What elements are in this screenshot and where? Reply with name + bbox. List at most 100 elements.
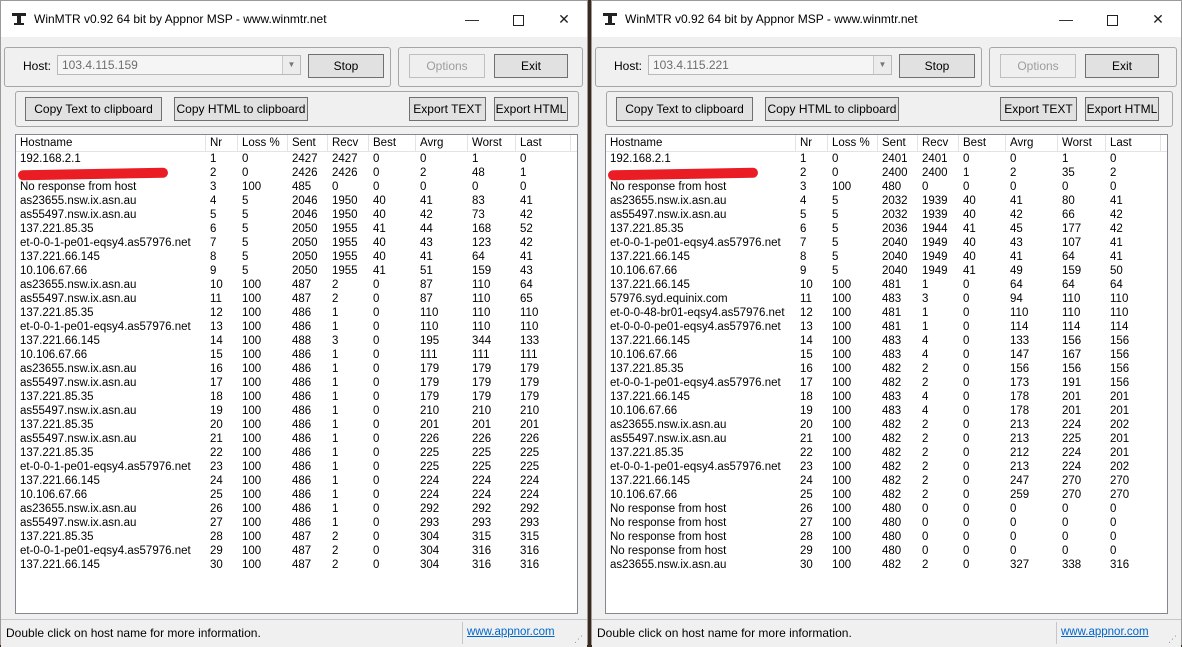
table-row[interactable]: 137.221.66.145 10 100 481 1 0 64 64 64 [606, 278, 1167, 292]
export-text-button[interactable]: Export TEXT [1000, 97, 1077, 121]
dropdown-arrow-icon[interactable]: ▼ [282, 56, 300, 74]
column-header-recv[interactable]: Recv [328, 135, 369, 151]
results-table[interactable]: Hostname Nr Loss % Sent Recv Best Avrg Worst Las… [15, 134, 578, 614]
table-row[interactable]: 137.221.85.35 20 100 486 1 0 201 201 201 [16, 418, 577, 432]
column-header-loss[interactable]: Loss % [828, 135, 878, 151]
column-header-best[interactable]: Best [959, 135, 1006, 151]
table-row[interactable]: as23655.nsw.ix.asn.au 26 100 486 1 0 292 292 292 [16, 502, 577, 516]
maximize-button[interactable] [495, 1, 541, 37]
table-row[interactable]: 137.221.85.35 6 5 2050 1955 41 44 168 52 [16, 222, 577, 236]
table-row[interactable]: 10.106.67.66 19 100 483 4 0 178 201 201 [606, 404, 1167, 418]
column-header-best[interactable]: Best [369, 135, 416, 151]
copy-text-button[interactable]: Copy Text to clipboard [25, 97, 162, 121]
column-header-last[interactable]: Last [1106, 135, 1161, 151]
table-row[interactable]: 137.221.85.35 22 100 482 2 0 212 224 201 [606, 446, 1167, 460]
minimize-button[interactable]: — [449, 1, 495, 37]
table-row[interactable]: No response from host 3 100 480 0 0 0 0 0 [606, 180, 1167, 194]
table-row[interactable]: as23655.nsw.ix.asn.au 10 100 487 2 0 87 110 64 [16, 278, 577, 292]
table-row[interactable]: 10.106.67.66 15 100 483 4 0 147 167 156 [606, 348, 1167, 362]
host-combobox[interactable]: 103.4.115.221 ▼ [648, 55, 892, 75]
copy-text-button[interactable]: Copy Text to clipboard [616, 97, 753, 121]
dropdown-arrow-icon[interactable]: ▼ [873, 56, 891, 74]
table-row[interactable]: as23655.nsw.ix.asn.au 4 5 2046 1950 40 41 83 41 [16, 194, 577, 208]
table-row[interactable]: 137.221.85.35 12 100 486 1 0 110 110 110 [16, 306, 577, 320]
stop-button[interactable]: Stop [308, 54, 384, 78]
table-row[interactable]: No response from host 3 100 485 0 0 0 0 0 [16, 180, 577, 194]
exit-button[interactable]: Exit [494, 54, 568, 78]
table-row[interactable]: 137.221.66.145 30 100 487 2 0 304 316 316 [16, 558, 577, 572]
table-row[interactable]: 137.221.66.145 14 100 483 4 0 133 156 156 [606, 334, 1167, 348]
export-html-button[interactable]: Export HTML [494, 97, 568, 121]
table-row[interactable]: 137.221.85.35 22 100 486 1 0 225 225 225 [16, 446, 577, 460]
column-header-avrg[interactable]: Avrg [1006, 135, 1058, 151]
table-row[interactable]: 10.106.67.66 25 100 486 1 0 224 224 224 [16, 488, 577, 502]
stop-button[interactable]: Stop [899, 54, 975, 78]
table-row[interactable]: 10.106.67.66 9 5 2050 1955 41 51 159 43 [16, 264, 577, 278]
table-row[interactable]: et-0-0-1-pe01-eqsy4.as57976.net 23 100 482 2… [606, 460, 1167, 474]
exit-button[interactable]: Exit [1085, 54, 1159, 78]
table-row[interactable]: as55497.nsw.ix.asn.au 5 5 2032 1939 40 42 66 42 [606, 208, 1167, 222]
table-row[interactable]: 57976.syd.equinix.com 11 100 483 3 0 94 110 110 [606, 292, 1167, 306]
appnor-link[interactable]: www.appnor.com [467, 626, 555, 638]
table-row[interactable]: No response from host 27 100 480 0 0 0 0 0 [606, 516, 1167, 530]
table-row[interactable]: No response from host 29 100 480 0 0 0 0 0 [606, 544, 1167, 558]
table-row[interactable]: 137.221.66.145 18 100 483 4 0 178 201 201 [606, 390, 1167, 404]
table-row[interactable]: as55497.nsw.ix.asn.au 17 100 486 1 0 179 179 179 [16, 376, 577, 390]
table-row[interactable]: as23655.nsw.ix.asn.au 30 100 482 2 0 327 338 316 [606, 558, 1167, 572]
table-row[interactable]: 137.221.66.145 8 5 2040 1949 40 41 64 41 [606, 250, 1167, 264]
table-row[interactable]: 10.106.67.66 15 100 486 1 0 111 111 111 [16, 348, 577, 362]
resize-grip-icon[interactable]: ⋰ [574, 634, 584, 644]
table-row[interactable]: 192.168.2.1 1 0 2401 2401 0 0 1 0 [606, 152, 1167, 166]
results-table[interactable]: Hostname Nr Loss % Sent Recv Best Avrg Worst Las… [605, 134, 1168, 614]
copy-html-button[interactable]: Copy HTML to clipboard [765, 97, 899, 121]
table-row[interactable]: as23655.nsw.ix.asn.au 4 5 2032 1939 40 41 80 41 [606, 194, 1167, 208]
export-html-button[interactable]: Export HTML [1085, 97, 1159, 121]
table-row[interactable]: et-0-0-48-br01-eqsy4.as57976.net 12 100 481… [606, 306, 1167, 320]
table-row[interactable]: 137.221.66.145 14 100 488 3 0 195 344 133 [16, 334, 577, 348]
column-header-nr[interactable]: Nr [206, 135, 238, 151]
options-button[interactable]: Options [1000, 54, 1076, 78]
column-header-nr[interactable]: Nr [796, 135, 828, 151]
table-row[interactable]: No response from host 28 100 480 0 0 0 0 0 [606, 530, 1167, 544]
host-combobox[interactable]: 103.4.115.159 ▼ [57, 55, 301, 75]
minimize-button[interactable]: — [1043, 1, 1089, 37]
close-button[interactable]: ✕ [541, 1, 587, 37]
table-row[interactable]: et-0-0-1-pe01-eqsy4.as57976.net 13 100 486 1… [16, 320, 577, 334]
column-header-hostname[interactable]: Hostname [16, 135, 206, 151]
table-row[interactable]: as55497.nsw.ix.asn.au 11 100 487 2 0 87 110 65 [16, 292, 577, 306]
maximize-button[interactable] [1089, 1, 1135, 37]
table-row[interactable]: as55497.nsw.ix.asn.au 21 100 482 2 0 213 225 201 [606, 432, 1167, 446]
table-row[interactable]: et-0-0-0-pe01-eqsy4.as57976.net 13 100 481 1… [606, 320, 1167, 334]
table-row[interactable]: 137.221.66.145 24 100 486 1 0 224 224 224 [16, 474, 577, 488]
table-row[interactable]: as23655.nsw.ix.asn.au 20 100 482 2 0 213 224 202 [606, 418, 1167, 432]
table-row[interactable]: 192.168.2.1 1 0 2427 2427 0 0 1 0 [16, 152, 577, 166]
table-row[interactable]: 137.221.85.35 18 100 486 1 0 179 179 179 [16, 390, 577, 404]
appnor-link[interactable]: www.appnor.com [1061, 626, 1149, 638]
table-row[interactable]: as55497.nsw.ix.asn.au 21 100 486 1 0 226 226 226 [16, 432, 577, 446]
table-row[interactable]: 137.221.66.145 24 100 482 2 0 247 270 270 [606, 474, 1167, 488]
table-row[interactable]: 137.221.85.35 28 100 487 2 0 304 315 315 [16, 530, 577, 544]
column-header-worst[interactable]: Worst [468, 135, 516, 151]
table-row[interactable]: et-0-0-1-pe01-eqsy4.as57976.net 29 100 487 2… [16, 544, 577, 558]
export-text-button[interactable]: Export TEXT [409, 97, 486, 121]
column-header-recv[interactable]: Recv [918, 135, 959, 151]
table-row[interactable]: No response from host 26 100 480 0 0 0 0 0 [606, 502, 1167, 516]
table-row[interactable]: as55497.nsw.ix.asn.au 27 100 486 1 0 293 293 293 [16, 516, 577, 530]
close-button[interactable]: ✕ [1135, 1, 1181, 37]
table-row[interactable]: 10.106.67.66 25 100 482 2 0 259 270 270 [606, 488, 1167, 502]
column-header-sent[interactable]: Sent [288, 135, 328, 151]
copy-html-button[interactable]: Copy HTML to clipboard [174, 97, 308, 121]
table-row[interactable]: et-0-0-1-pe01-eqsy4.as57976.net 17 100 482 2… [606, 376, 1167, 390]
table-row[interactable]: et-0-0-1-pe01-eqsy4.as57976.net 23 100 486 1… [16, 460, 577, 474]
column-header-sent[interactable]: Sent [878, 135, 918, 151]
table-row[interactable]: 137.221.85.35 6 5 2036 1944 41 45 177 42 [606, 222, 1167, 236]
table-row[interactable]: as23655.nsw.ix.asn.au 16 100 486 1 0 179 179 179 [16, 362, 577, 376]
column-header-avrg[interactable]: Avrg [416, 135, 468, 151]
column-header-hostname[interactable]: Hostname [606, 135, 796, 151]
column-header-last[interactable]: Last [516, 135, 571, 151]
column-header-worst[interactable]: Worst [1058, 135, 1106, 151]
table-row[interactable]: 137.221.66.145 8 5 2050 1955 40 41 64 41 [16, 250, 577, 264]
table-row[interactable]: et-0-0-1-pe01-eqsy4.as57976.net 7 5 2050 195… [16, 236, 577, 250]
table-row[interactable]: et-0-0-1-pe01-eqsy4.as57976.net 7 5 2040 194… [606, 236, 1167, 250]
table-row[interactable]: 10.106.67.66 9 5 2040 1949 41 49 159 50 [606, 264, 1167, 278]
